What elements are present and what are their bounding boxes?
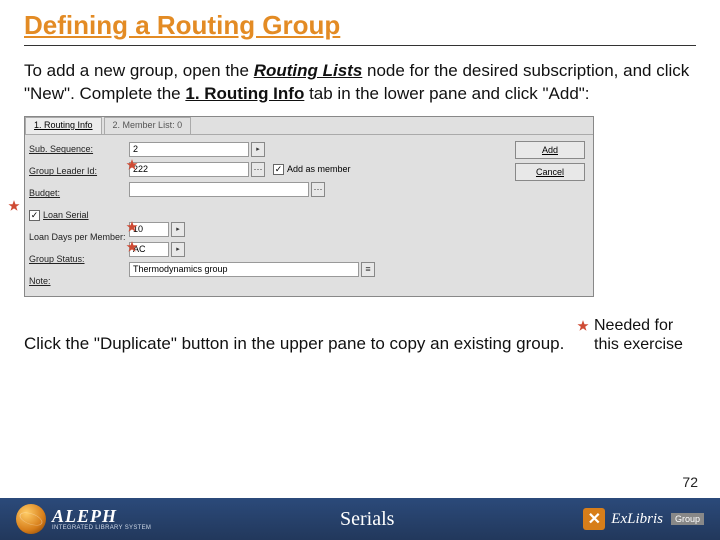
aleph-wordmark: ALEPH <box>52 507 151 525</box>
budget-browse-icon[interactable] <box>311 182 325 197</box>
exlibris-mark-icon: ✕ <box>583 508 605 530</box>
star-icon <box>576 316 590 335</box>
routing-info-dialog: 1. Routing Info 2. Member List: 0 Sub. S… <box>24 116 594 297</box>
aleph-tagline: INTEGRATED LIBRARY SYSTEM <box>52 525 151 531</box>
label-loan-serial: Loan Serial <box>43 210 89 220</box>
legend-text: Needed for this exercise <box>594 316 696 354</box>
budget-input[interactable] <box>129 182 309 197</box>
label-note: Note: <box>29 273 129 290</box>
label-loan-days: Loan Days per Member: <box>29 229 129 246</box>
sub-sequence-input[interactable]: 2 <box>129 142 249 157</box>
intro-text: To add a new group, open the Routing Lis… <box>24 60 696 106</box>
group-leader-input[interactable]: 222 <box>129 162 249 177</box>
footer-title: Serials <box>340 508 394 530</box>
star-icon <box>125 158 139 172</box>
label-budget: Budget: <box>29 185 129 202</box>
note-input[interactable]: Thermodynamics group <box>129 262 359 277</box>
group-status-picker-icon[interactable] <box>171 242 185 257</box>
label-group-leader: Group Leader Id: <box>29 163 129 180</box>
aleph-sphere-icon <box>16 504 46 534</box>
intro-pre: To add a new group, open the <box>24 61 254 80</box>
intro-routing-info: 1. Routing Info <box>185 84 304 103</box>
sub-sequence-picker-icon[interactable] <box>251 142 265 157</box>
add-button[interactable]: Add <box>515 141 585 159</box>
page-title: Defining a Routing Group <box>24 10 696 46</box>
cancel-button[interactable]: Cancel <box>515 163 585 181</box>
intro-post: tab in the lower pane and click "Add": <box>304 84 589 103</box>
star-icon <box>125 240 139 254</box>
exlibris-logo: ✕ ExLibris Group <box>583 508 704 530</box>
legend: Needed for this exercise <box>576 316 696 354</box>
exlibris-wordmark: ExLibris <box>611 511 663 528</box>
star-icon <box>7 199 21 213</box>
intro-routing-lists: Routing Lists <box>254 61 363 80</box>
exlibris-group-badge: Group <box>671 513 704 525</box>
tab-member-list[interactable]: 2. Member List: 0 <box>104 117 192 134</box>
group-leader-browse-icon[interactable] <box>251 162 265 177</box>
star-icon <box>125 220 139 234</box>
loan-serial-checkbox[interactable] <box>29 210 40 221</box>
add-as-member-checkbox[interactable] <box>273 164 284 175</box>
note-expand-icon[interactable] <box>361 262 375 277</box>
label-group-status: Group Status: <box>29 251 129 268</box>
footer: ALEPH INTEGRATED LIBRARY SYSTEM Serials … <box>0 498 720 540</box>
tab-strip: 1. Routing Info 2. Member List: 0 <box>25 117 593 135</box>
tab-routing-info[interactable]: 1. Routing Info <box>25 117 102 134</box>
loan-days-picker-icon[interactable] <box>171 222 185 237</box>
label-add-as-member: Add as member <box>287 164 351 174</box>
page-number: 72 <box>682 474 698 490</box>
label-sub-sequence: Sub. Sequence: <box>29 141 129 158</box>
aleph-logo: ALEPH INTEGRATED LIBRARY SYSTEM <box>16 504 151 534</box>
